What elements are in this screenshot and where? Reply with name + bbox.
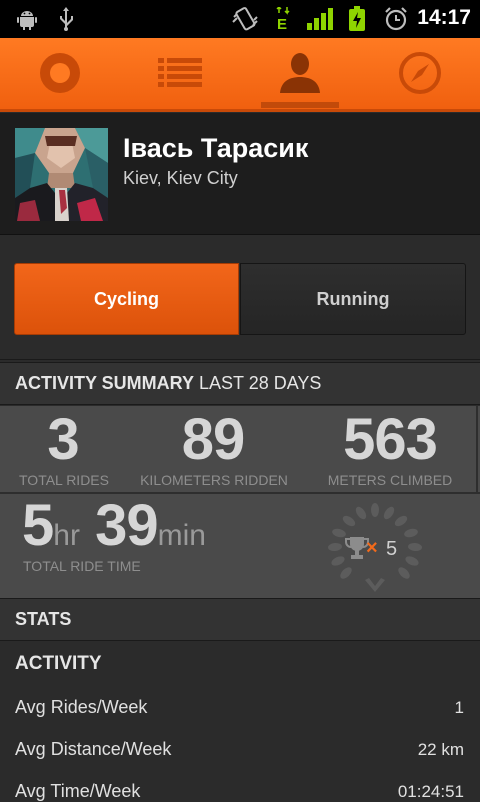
ride-time-hours: 5 <box>22 493 54 558</box>
summary-divider-vertical <box>476 406 478 492</box>
alarm-icon <box>384 7 408 31</box>
network-type-label: E <box>277 16 287 31</box>
ride-time-minutes: 39 <box>95 493 159 558</box>
signal-icon <box>306 7 334 31</box>
ride-time-hours-unit: hr <box>53 519 80 552</box>
total-rides-value: 3 <box>47 407 79 472</box>
status-bar: E 14:17 <box>0 0 480 38</box>
clock-time: 14:17 <box>417 6 471 29</box>
achievements-count: 5 <box>386 538 398 560</box>
avg-time-week-label: Avg Time/Week <box>15 781 141 801</box>
activity-stats-section: ACTIVITY Avg Rides/Week 1 Avg Distance/W… <box>0 641 480 801</box>
sport-toggle-area: Cycling Running <box>0 236 480 360</box>
activity-summary-panel: 3 TOTAL RIDES 89 KILOMETERS RIDDEN 563 M… <box>0 406 480 598</box>
activity-summary-period: LAST 28 DAYS <box>199 373 322 393</box>
ride-time-value: 5hr 39min <box>22 492 206 559</box>
activity-summary-header: ACTIVITY SUMMARY LAST 28 DAYS <box>0 362 480 405</box>
achievements-badge[interactable]: × 5 <box>325 500 425 596</box>
record-icon <box>38 51 82 99</box>
feed-tab[interactable] <box>120 38 240 112</box>
avg-distance-week-value: 22 km <box>417 740 464 759</box>
selected-tab-indicator <box>261 102 339 108</box>
vibrate-icon <box>232 7 258 31</box>
kilometers-value: 89 <box>181 407 246 472</box>
profile-location: Kiev, Kiev City <box>123 168 238 188</box>
running-toggle-button[interactable]: Running <box>240 263 466 335</box>
avg-time-week-value: 01:24:51 <box>397 782 464 801</box>
avg-distance-week-label: Avg Distance/Week <box>15 739 172 759</box>
usb-icon <box>56 7 76 31</box>
profile-name: Івась Тарасик <box>123 133 309 163</box>
ride-time-label: TOTAL RIDE TIME <box>23 558 141 574</box>
android-debug-icon <box>16 7 38 31</box>
explore-tab[interactable] <box>360 38 480 112</box>
stats-header: STATS <box>0 598 480 641</box>
meters-climbed-value: 563 <box>343 407 438 472</box>
record-tab[interactable] <box>0 38 120 112</box>
profile-icon <box>278 51 322 99</box>
main-tab-bar <box>0 38 480 112</box>
list-icon <box>158 58 202 92</box>
battery-charging-icon <box>346 6 368 31</box>
total-rides-label: TOTAL RIDES <box>19 472 109 488</box>
avg-rides-week-label: Avg Rides/Week <box>15 697 148 717</box>
profile-tab[interactable] <box>240 38 360 112</box>
meters-climbed-label: METERS CLIMBED <box>327 472 453 488</box>
avatar[interactable] <box>15 128 108 221</box>
ride-time-minutes-unit: min <box>157 519 206 552</box>
avg-rides-week-value: 1 <box>454 698 464 717</box>
network-type-icon: E <box>274 7 292 31</box>
activity-section-title: ACTIVITY <box>15 653 102 674</box>
achievements-multiplier: × <box>366 537 378 559</box>
profile-header: Івась Тарасик Kiev, Kiev City <box>0 113 480 235</box>
activity-summary-title: ACTIVITY SUMMARY <box>15 373 195 393</box>
kilometers-label: KILOMETERS RIDDEN <box>140 472 288 488</box>
compass-icon <box>398 51 442 99</box>
cycling-toggle-button[interactable]: Cycling <box>14 263 239 335</box>
stats-title: STATS <box>15 609 72 629</box>
